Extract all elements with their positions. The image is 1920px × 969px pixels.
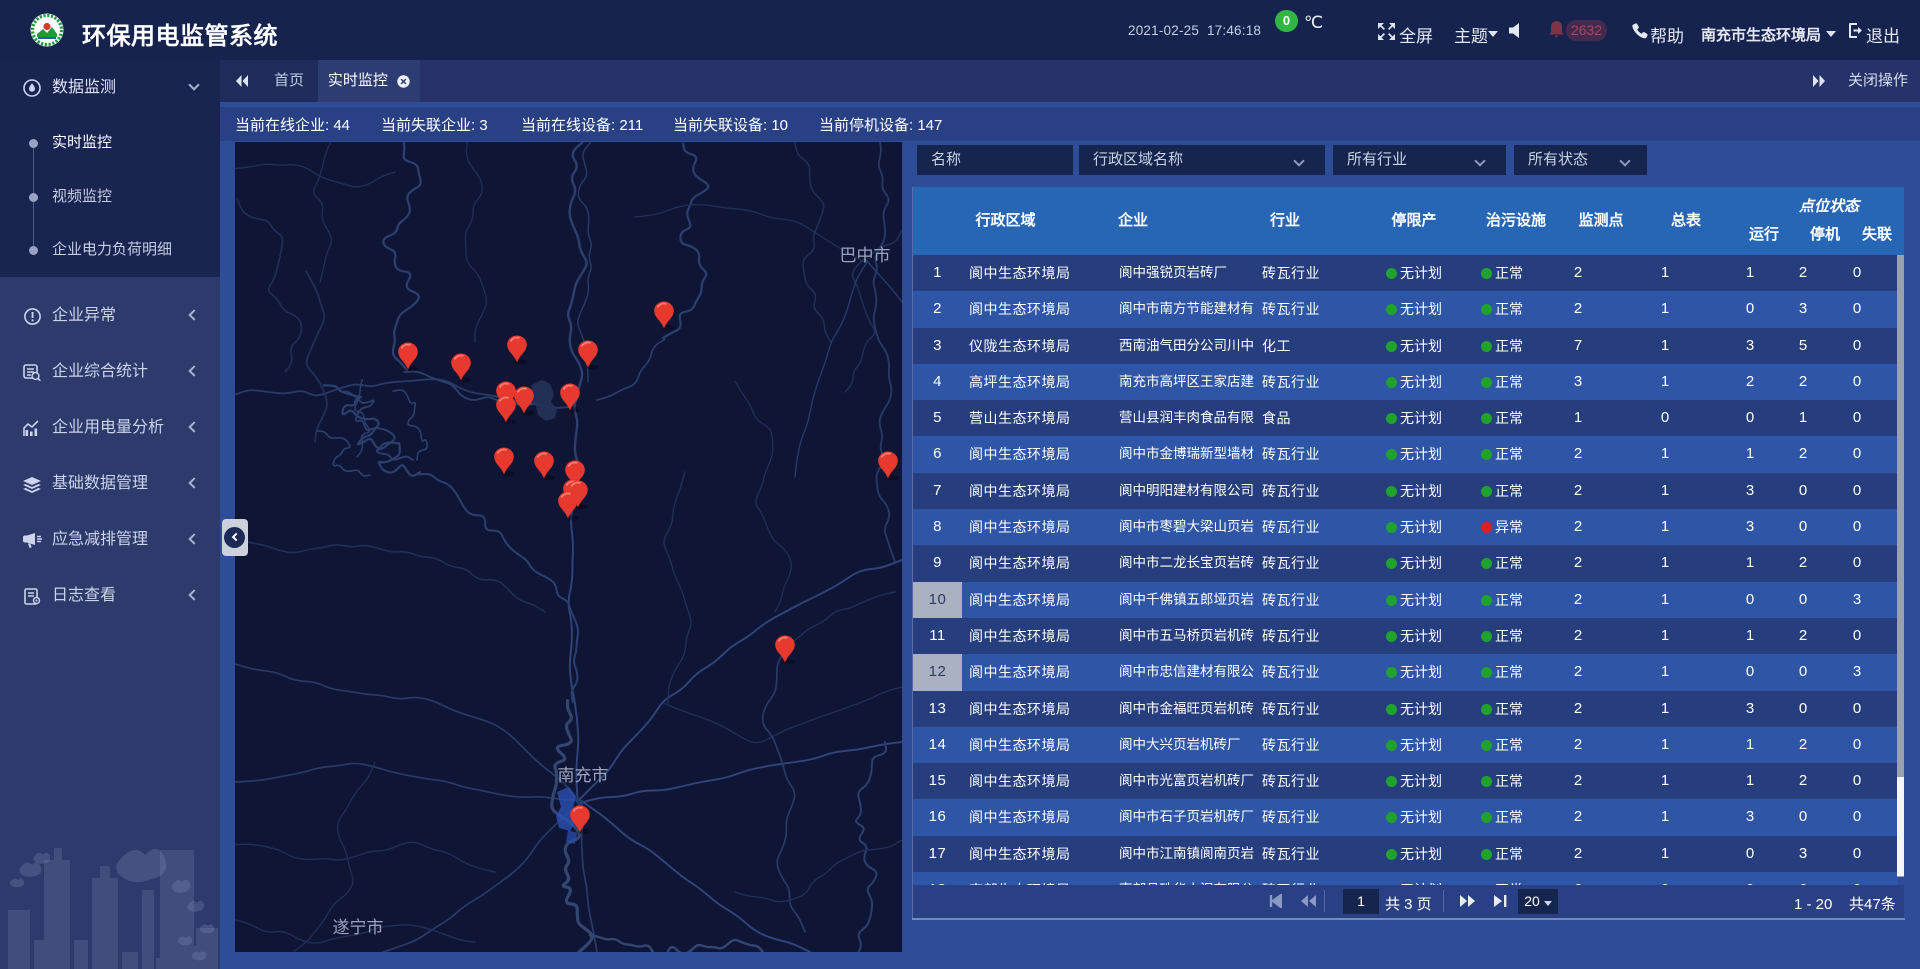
svg-text:南充市: 南充市 — [558, 766, 609, 785]
svg-text:遂宁市: 遂宁市 — [333, 918, 384, 937]
svg-text:巴中市: 巴中市 — [840, 246, 891, 265]
